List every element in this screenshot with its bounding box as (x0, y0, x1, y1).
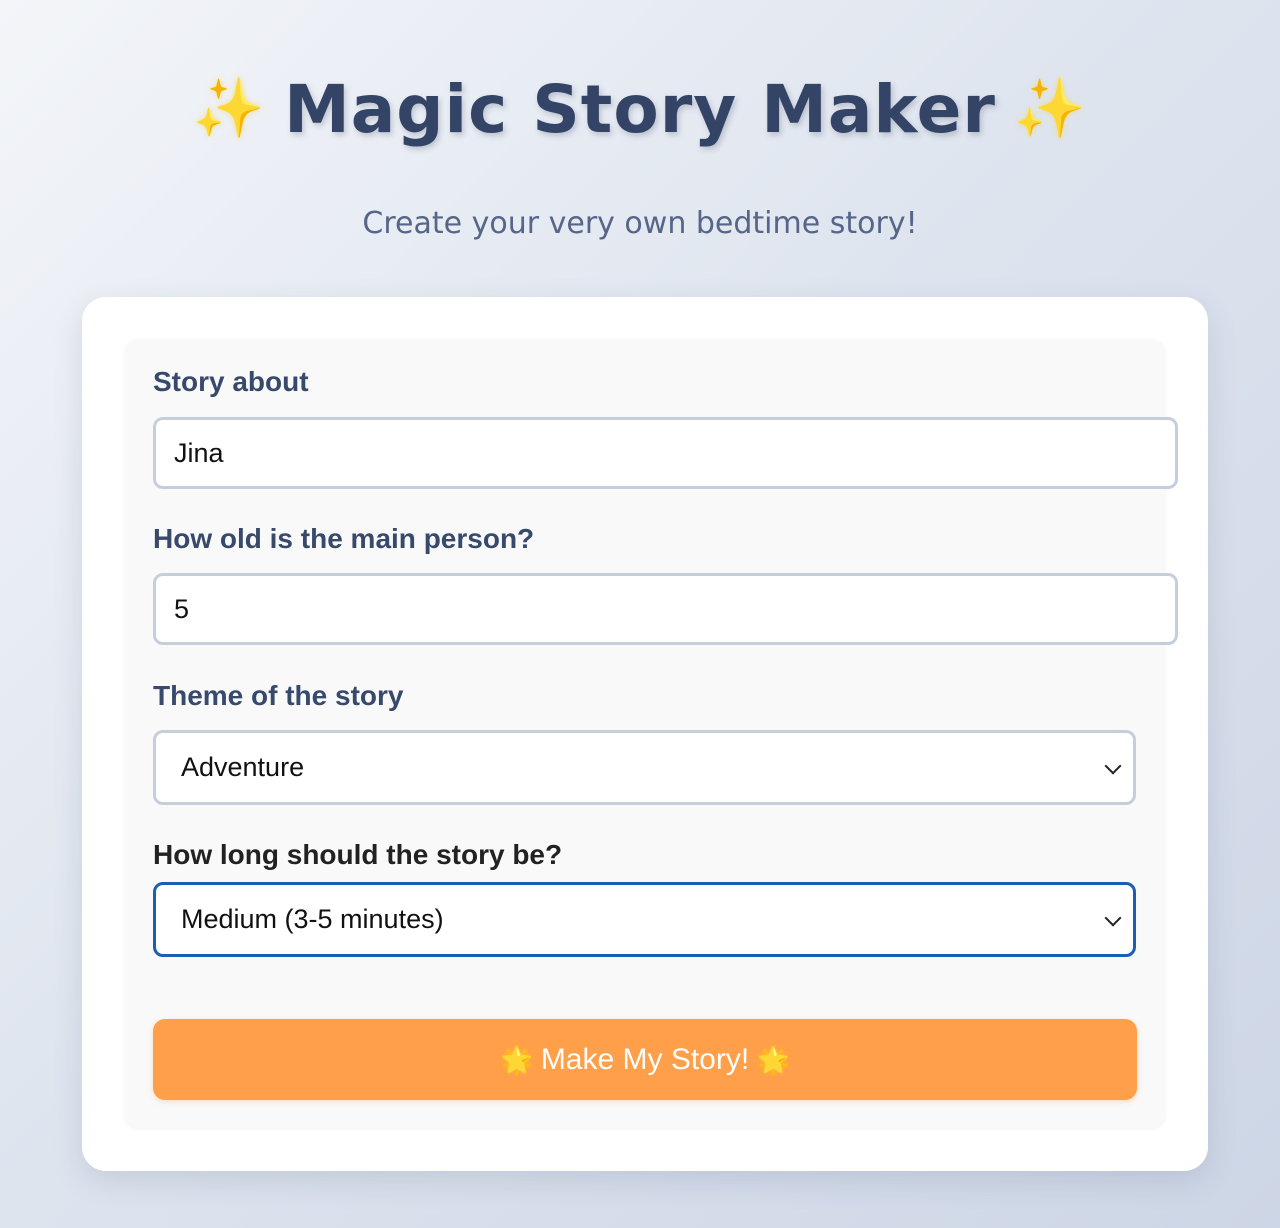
sparkle-icon: ✨ (192, 74, 267, 142)
theme-selected-value: Adventure (181, 752, 305, 782)
page-title-text: Magic Story Maker (284, 71, 996, 148)
make-story-button-label: Make My Story! (540, 1043, 750, 1076)
age-input[interactable]: 5 (153, 573, 1178, 645)
story-about-input[interactable]: Jina (153, 417, 1178, 489)
story-about-label: Story about (153, 366, 309, 397)
page-subtitle: Create your very own bedtime story! (362, 206, 918, 241)
age-value: 5 (174, 593, 190, 624)
theme-label: Theme of the story (153, 680, 404, 711)
make-story-button[interactable]: 🌟 Make My Story! 🌟 (153, 1019, 1137, 1100)
length-selected-value: Medium (3-5 minutes) (181, 904, 444, 934)
length-select[interactable]: Medium (3-5 minutes) (153, 882, 1136, 957)
chevron-down-icon (1104, 909, 1122, 926)
star-icon: 🌟 (757, 1045, 790, 1075)
theme-select[interactable]: Adventure (153, 730, 1136, 805)
length-label: How long should the story be? (153, 839, 563, 870)
story-about-value: Jina (174, 437, 224, 468)
age-label: How old is the main person? (153, 523, 535, 554)
sparkle-icon: ✨ (1013, 74, 1088, 142)
chevron-down-icon (1104, 757, 1122, 774)
story-card: Story about Jina How old is the main per… (82, 297, 1208, 1171)
page-title: ✨ Magic Story Maker ✨ (0, 66, 1280, 152)
star-icon: 🌟 (500, 1045, 533, 1075)
story-form: Story about Jina How old is the main per… (125, 339, 1178, 1128)
